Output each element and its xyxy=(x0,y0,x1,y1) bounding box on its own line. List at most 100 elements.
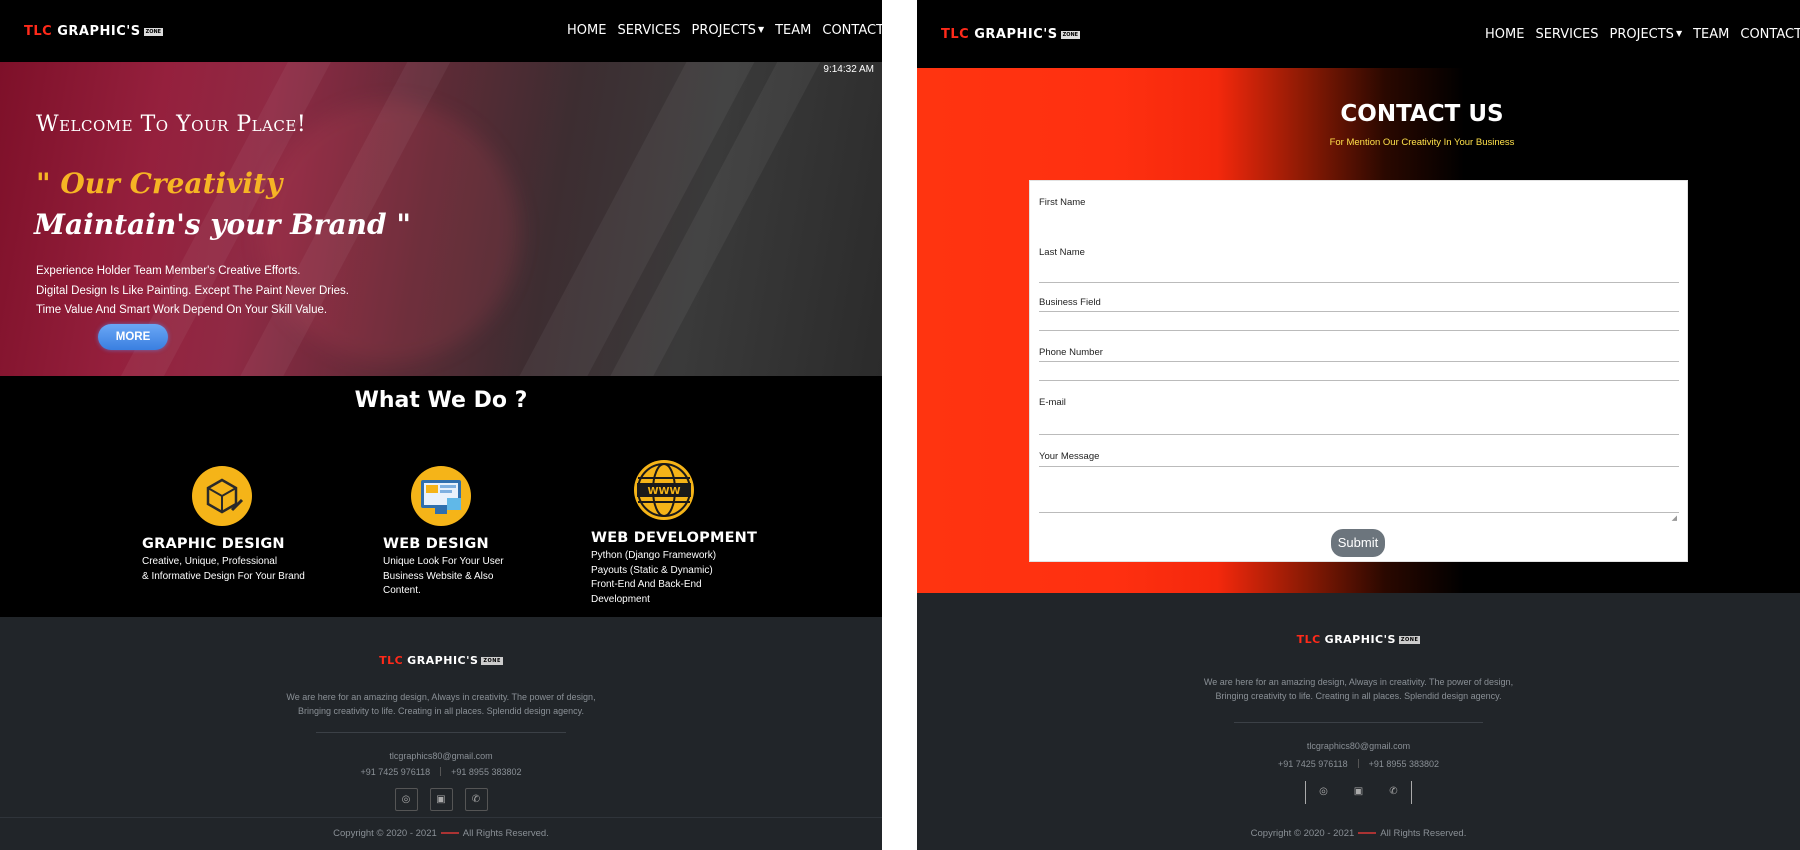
logo-zone: ZONE xyxy=(481,656,503,665)
logo-zone: ZONE xyxy=(1398,635,1421,644)
field-underline xyxy=(1039,311,1679,312)
phone-separator xyxy=(440,767,442,776)
nav-menu: HOME SERVICES PROJECTS ▼ TEAM CONTACT xyxy=(567,23,882,38)
service-title: WEB DEVELOPMENT xyxy=(591,530,758,546)
copyright-text: Copyright © 2020 - 2021 xyxy=(333,828,437,839)
submit-button[interactable]: Submit xyxy=(1331,529,1385,557)
social-links: ◎ ▣ ✆ xyxy=(394,788,488,811)
footer-phone[interactable]: +91 7425 976118 xyxy=(361,767,431,777)
logo-tlc: TLC xyxy=(24,24,53,39)
whatsapp-icon[interactable]: ✆ xyxy=(1382,781,1405,804)
service-web-design[interactable]: WEB DESIGN Unique Look For Your User Bus… xyxy=(383,466,504,599)
field-underline xyxy=(1039,466,1679,467)
service-desc-line: Front-End And Back-End xyxy=(591,579,702,590)
what-we-do-heading: What We Do ? xyxy=(354,388,528,413)
footer-email[interactable]: tlcgraphics80@gmail.com xyxy=(0,751,882,761)
message-label: Your Message xyxy=(1039,451,1100,462)
service-desc-line: Development xyxy=(591,593,650,605)
footer-email[interactable]: tlcgraphics80@gmail.com xyxy=(917,741,1800,751)
navbar: TLC GRAPHIC'S ZONE HOME SERVICES PROJECT… xyxy=(917,0,1800,68)
contact-subtitle: For Mention Our Creativity In Your Busin… xyxy=(1329,137,1515,148)
service-web-development[interactable]: WWW WEB DEVELOPMENT Python (Django Frame… xyxy=(591,460,757,607)
footer-phone[interactable]: +91 8955 383802 xyxy=(1369,759,1439,769)
logo-graphics: GRAPHIC'S xyxy=(407,654,479,667)
tiny-brand-logo xyxy=(1358,832,1377,834)
instagram-icon[interactable]: ◎ xyxy=(394,788,418,811)
nav-home[interactable]: HOME xyxy=(1485,27,1524,42)
footer-phone[interactable]: +91 8955 383802 xyxy=(451,767,521,777)
last-name-label: Last Name xyxy=(1039,247,1085,258)
www-globe-icon: WWW xyxy=(634,460,694,520)
copyright-rights: All Rights Reserved. xyxy=(462,828,549,839)
more-button[interactable]: MORE xyxy=(98,324,168,350)
nav-home[interactable]: HOME xyxy=(567,23,606,38)
service-desc-line: Business Website & Also xyxy=(383,570,494,582)
footer-desc-line: Bringing creativity to life. Creating in… xyxy=(1215,691,1502,701)
copyright-text: Copyright © 2020 - 2021 xyxy=(1250,828,1355,839)
footer-desc-line: We are here for an amazing design, Alway… xyxy=(1203,677,1514,687)
resize-handle-icon[interactable]: ◢ xyxy=(1672,514,1677,522)
footer-logo[interactable]: TLC GRAPHIC'S ZONE xyxy=(379,654,503,667)
nav-menu: HOME SERVICES PROJECTS ▼ TEAM CONTACT xyxy=(1485,27,1800,42)
instagram-icon[interactable]: ◎ xyxy=(1312,781,1335,804)
hero-line-3: Time Value And Smart Work Depend On Your… xyxy=(36,304,328,316)
logo-tlc: TLC xyxy=(1296,633,1321,646)
nav-contact[interactable]: CONTACT xyxy=(822,23,882,38)
first-name-label: First Name xyxy=(1039,197,1086,208)
hero-line-2: Digital Design Is Like Painting. Except … xyxy=(36,284,349,297)
nav-projects-label: PROJECTS xyxy=(691,23,756,38)
logo-graphics: GRAPHIC'S xyxy=(1324,633,1396,646)
contact-page-panel: TLC GRAPHIC'S ZONE HOME SERVICES PROJECT… xyxy=(917,0,1800,850)
field-underline xyxy=(1039,361,1679,362)
brand-logo[interactable]: TLC GRAPHIC'S ZONE xyxy=(941,27,1081,42)
facebook-icon[interactable]: ▣ xyxy=(1347,781,1370,804)
logo-graphics: GRAPHIC'S xyxy=(57,24,141,39)
contact-section: CONTACT US For Mention Our Creativity In… xyxy=(917,68,1800,593)
nav-services[interactable]: SERVICES xyxy=(1535,27,1598,42)
first-name-field[interactable]: First Name xyxy=(1039,197,1679,237)
email-field[interactable]: E-mail xyxy=(1039,397,1679,437)
nav-contact[interactable]: CONTACT xyxy=(1740,27,1800,42)
service-title: GRAPHIC DESIGN xyxy=(142,536,285,552)
service-title: WEB DESIGN xyxy=(383,536,489,552)
hero-line-1: Experience Holder Team Member's Creative… xyxy=(36,265,301,277)
brand-logo[interactable]: TLC GRAPHIC'S ZONE xyxy=(24,24,164,39)
nav-team[interactable]: TEAM xyxy=(1693,27,1729,42)
phone-number-field[interactable]: Phone Number xyxy=(1039,347,1679,385)
nav-projects-dropdown[interactable]: PROJECTS ▼ xyxy=(692,23,765,38)
logo-tlc: TLC xyxy=(379,654,404,667)
footer-logo[interactable]: TLC GRAPHIC'S ZONE xyxy=(1297,633,1421,646)
footer: TLC GRAPHIC'S ZONE We are here for an am… xyxy=(917,593,1800,850)
hero-banner: 9:14:32 AM Welcome To Your Place! " Our … xyxy=(0,62,882,376)
nav-services[interactable]: SERVICES xyxy=(617,23,680,38)
whatsapp-icon[interactable]: ✆ xyxy=(464,788,488,811)
hero-quote-line1: " Our Creativity xyxy=(36,167,283,200)
logo-zone: ZONE xyxy=(143,27,164,36)
facebook-icon[interactable]: ▣ xyxy=(429,788,453,811)
contact-form: First Name Last Name Business Field Phon… xyxy=(1029,180,1688,562)
business-field-field[interactable]: Business Field xyxy=(1039,297,1679,335)
last-name-field[interactable]: Last Name xyxy=(1039,247,1679,283)
service-graphic-design[interactable]: GRAPHIC DESIGN Creative, Unique, Profess… xyxy=(142,466,305,584)
footer-divider xyxy=(1234,722,1483,723)
field-underline xyxy=(1039,434,1679,435)
message-textarea[interactable]: Your Message xyxy=(1039,451,1679,521)
field-underline xyxy=(1039,512,1679,513)
logo-graphics: GRAPHIC'S xyxy=(974,27,1058,42)
contact-title: CONTACT US xyxy=(1340,101,1504,127)
nav-team[interactable]: TEAM xyxy=(775,23,811,38)
footer-description: We are here for an amazing design, Alway… xyxy=(0,690,882,718)
copyright: Copyright © 2020 - 2021 All Rights Reserv… xyxy=(0,828,882,839)
logo-zone: ZONE xyxy=(1060,30,1081,39)
copyright: Copyright © 2020 - 2021 All Rights Reserv… xyxy=(917,828,1800,839)
hero-description: Experience Holder Team Member's Creative… xyxy=(36,262,349,321)
service-desc-line: Unique Look For Your User xyxy=(383,556,504,567)
footer-phones: +91 7425 976118 +91 8955 383802 xyxy=(917,759,1800,769)
tiny-brand-logo xyxy=(440,832,459,834)
logo-tlc: TLC xyxy=(941,27,970,42)
footer-phone[interactable]: +91 7425 976118 xyxy=(1278,759,1348,769)
nav-projects-dropdown[interactable]: PROJECTS ▼ xyxy=(1610,27,1683,42)
nav-projects-label: PROJECTS xyxy=(1609,27,1674,42)
footer-desc-line: We are here for an amazing design, Alway… xyxy=(286,692,596,702)
caret-down-icon: ▼ xyxy=(757,25,765,34)
